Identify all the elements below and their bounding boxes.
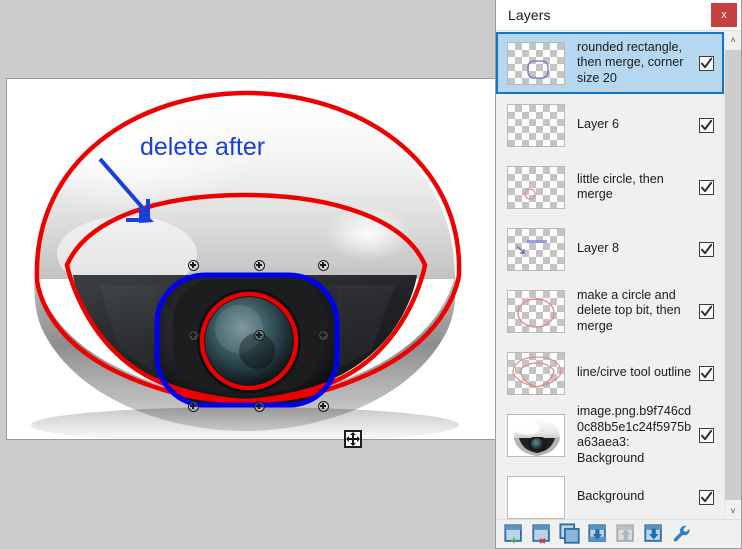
layer-thumbnail [507, 475, 565, 519]
handle-top-center[interactable] [253, 259, 265, 271]
layers-list[interactable]: rounded rectangle, then merge, corner si… [496, 31, 724, 519]
layer-properties-icon[interactable] [670, 522, 694, 546]
layers-window: Layers x rounded rectangle, then merge, … [495, 0, 742, 549]
handle-bottom-right[interactable] [317, 400, 329, 412]
handle-bottom-center[interactable] [253, 400, 265, 412]
layer-row[interactable]: make a circle and delete top bit, then m… [496, 280, 724, 342]
red-outline-annotation [34, 90, 462, 404]
layer-visibility-checkbox[interactable] [699, 241, 714, 257]
handle-top-right[interactable] [317, 259, 329, 271]
layer-thumbnail [507, 41, 565, 85]
handle-top-left[interactable] [187, 259, 199, 271]
layer-thumbnail [507, 351, 565, 395]
layer-visibility-checkbox[interactable] [699, 55, 714, 71]
layer-name-label: Layer 8 [577, 241, 620, 256]
layer-row[interactable]: Layer 6 [496, 94, 724, 156]
blue-arrow-icon [98, 157, 154, 223]
layer-thumbnail [507, 103, 565, 147]
layer-row[interactable]: image.png.b9f746cd0c88b5e1c24f5975ba63ae… [496, 404, 724, 466]
layer-row[interactable]: Layer 8 [496, 218, 724, 280]
move-cursor-icon[interactable] [344, 430, 362, 448]
handle-bottom-left[interactable] [187, 400, 199, 412]
selection-handles[interactable] [7, 79, 495, 439]
duplicate-layer-icon[interactable] [558, 522, 582, 546]
merge-layer-down-icon[interactable] [586, 522, 610, 546]
layer-name-label: make a circle and delete top bit, then m… [577, 287, 681, 333]
layer-visibility-checkbox[interactable] [699, 303, 714, 319]
delete-layer-icon[interactable] [530, 522, 554, 546]
layers-scrollbar[interactable]: ˄ ˅ [724, 31, 741, 519]
scroll-up-icon[interactable]: ˄ [725, 31, 741, 48]
layer-visibility-checkbox[interactable] [699, 365, 714, 381]
canvas-content: delete after [7, 79, 495, 439]
image-canvas[interactable]: delete after [6, 78, 495, 440]
handle-middle-right[interactable] [317, 329, 329, 341]
scrollbar-thumb[interactable] [725, 50, 741, 500]
blue-rounded-rect-annotation [154, 272, 340, 408]
layer-name-label: Background [577, 489, 645, 504]
layer-name-label: little circle, then merge [577, 171, 664, 202]
layer-name-label: line/cirve tool outline [577, 365, 692, 380]
page-title: Layers [508, 7, 551, 23]
layer-visibility-checkbox[interactable] [699, 489, 714, 505]
layers-toolbar [496, 519, 741, 548]
layer-thumbnail [507, 165, 565, 209]
delete-after-label: delete after [140, 133, 266, 161]
handle-middle-left[interactable] [187, 329, 199, 341]
move-layer-up-icon[interactable] [614, 522, 638, 546]
new-layer-icon[interactable] [502, 522, 526, 546]
layers-body: rounded rectangle, then merge, corner si… [496, 31, 741, 519]
handle-center[interactable] [253, 329, 265, 341]
layer-name-label: rounded rectangle, then merge, corner si… [577, 39, 684, 85]
layer-row[interactable]: little circle, then merge [496, 156, 724, 218]
layer-row[interactable]: rounded rectangle, then merge, corner si… [496, 32, 724, 94]
layer-thumbnail [507, 289, 565, 333]
layer-visibility-checkbox[interactable] [699, 427, 714, 443]
layer-visibility-checkbox[interactable] [699, 117, 714, 133]
layer-row[interactable]: line/cirve tool outline [496, 342, 724, 404]
layer-visibility-checkbox[interactable] [699, 179, 714, 195]
scroll-down-icon[interactable]: ˅ [725, 502, 741, 519]
move-layer-down-icon[interactable] [642, 522, 666, 546]
camera-photo-graphic [31, 97, 459, 439]
window-titlebar[interactable]: Layers x [496, 0, 741, 31]
layer-name-label: Layer 6 [577, 117, 620, 132]
close-icon[interactable]: x [711, 3, 737, 27]
layer-thumbnail [507, 413, 565, 457]
image-editor-area: delete after [0, 0, 495, 549]
layer-name-label: image.png.b9f746cd0c88b5e1c24f5975ba63ae… [577, 404, 692, 465]
layer-thumbnail [507, 227, 565, 271]
scrollbar-track[interactable] [725, 48, 741, 502]
layer-row[interactable]: Background [496, 466, 724, 519]
